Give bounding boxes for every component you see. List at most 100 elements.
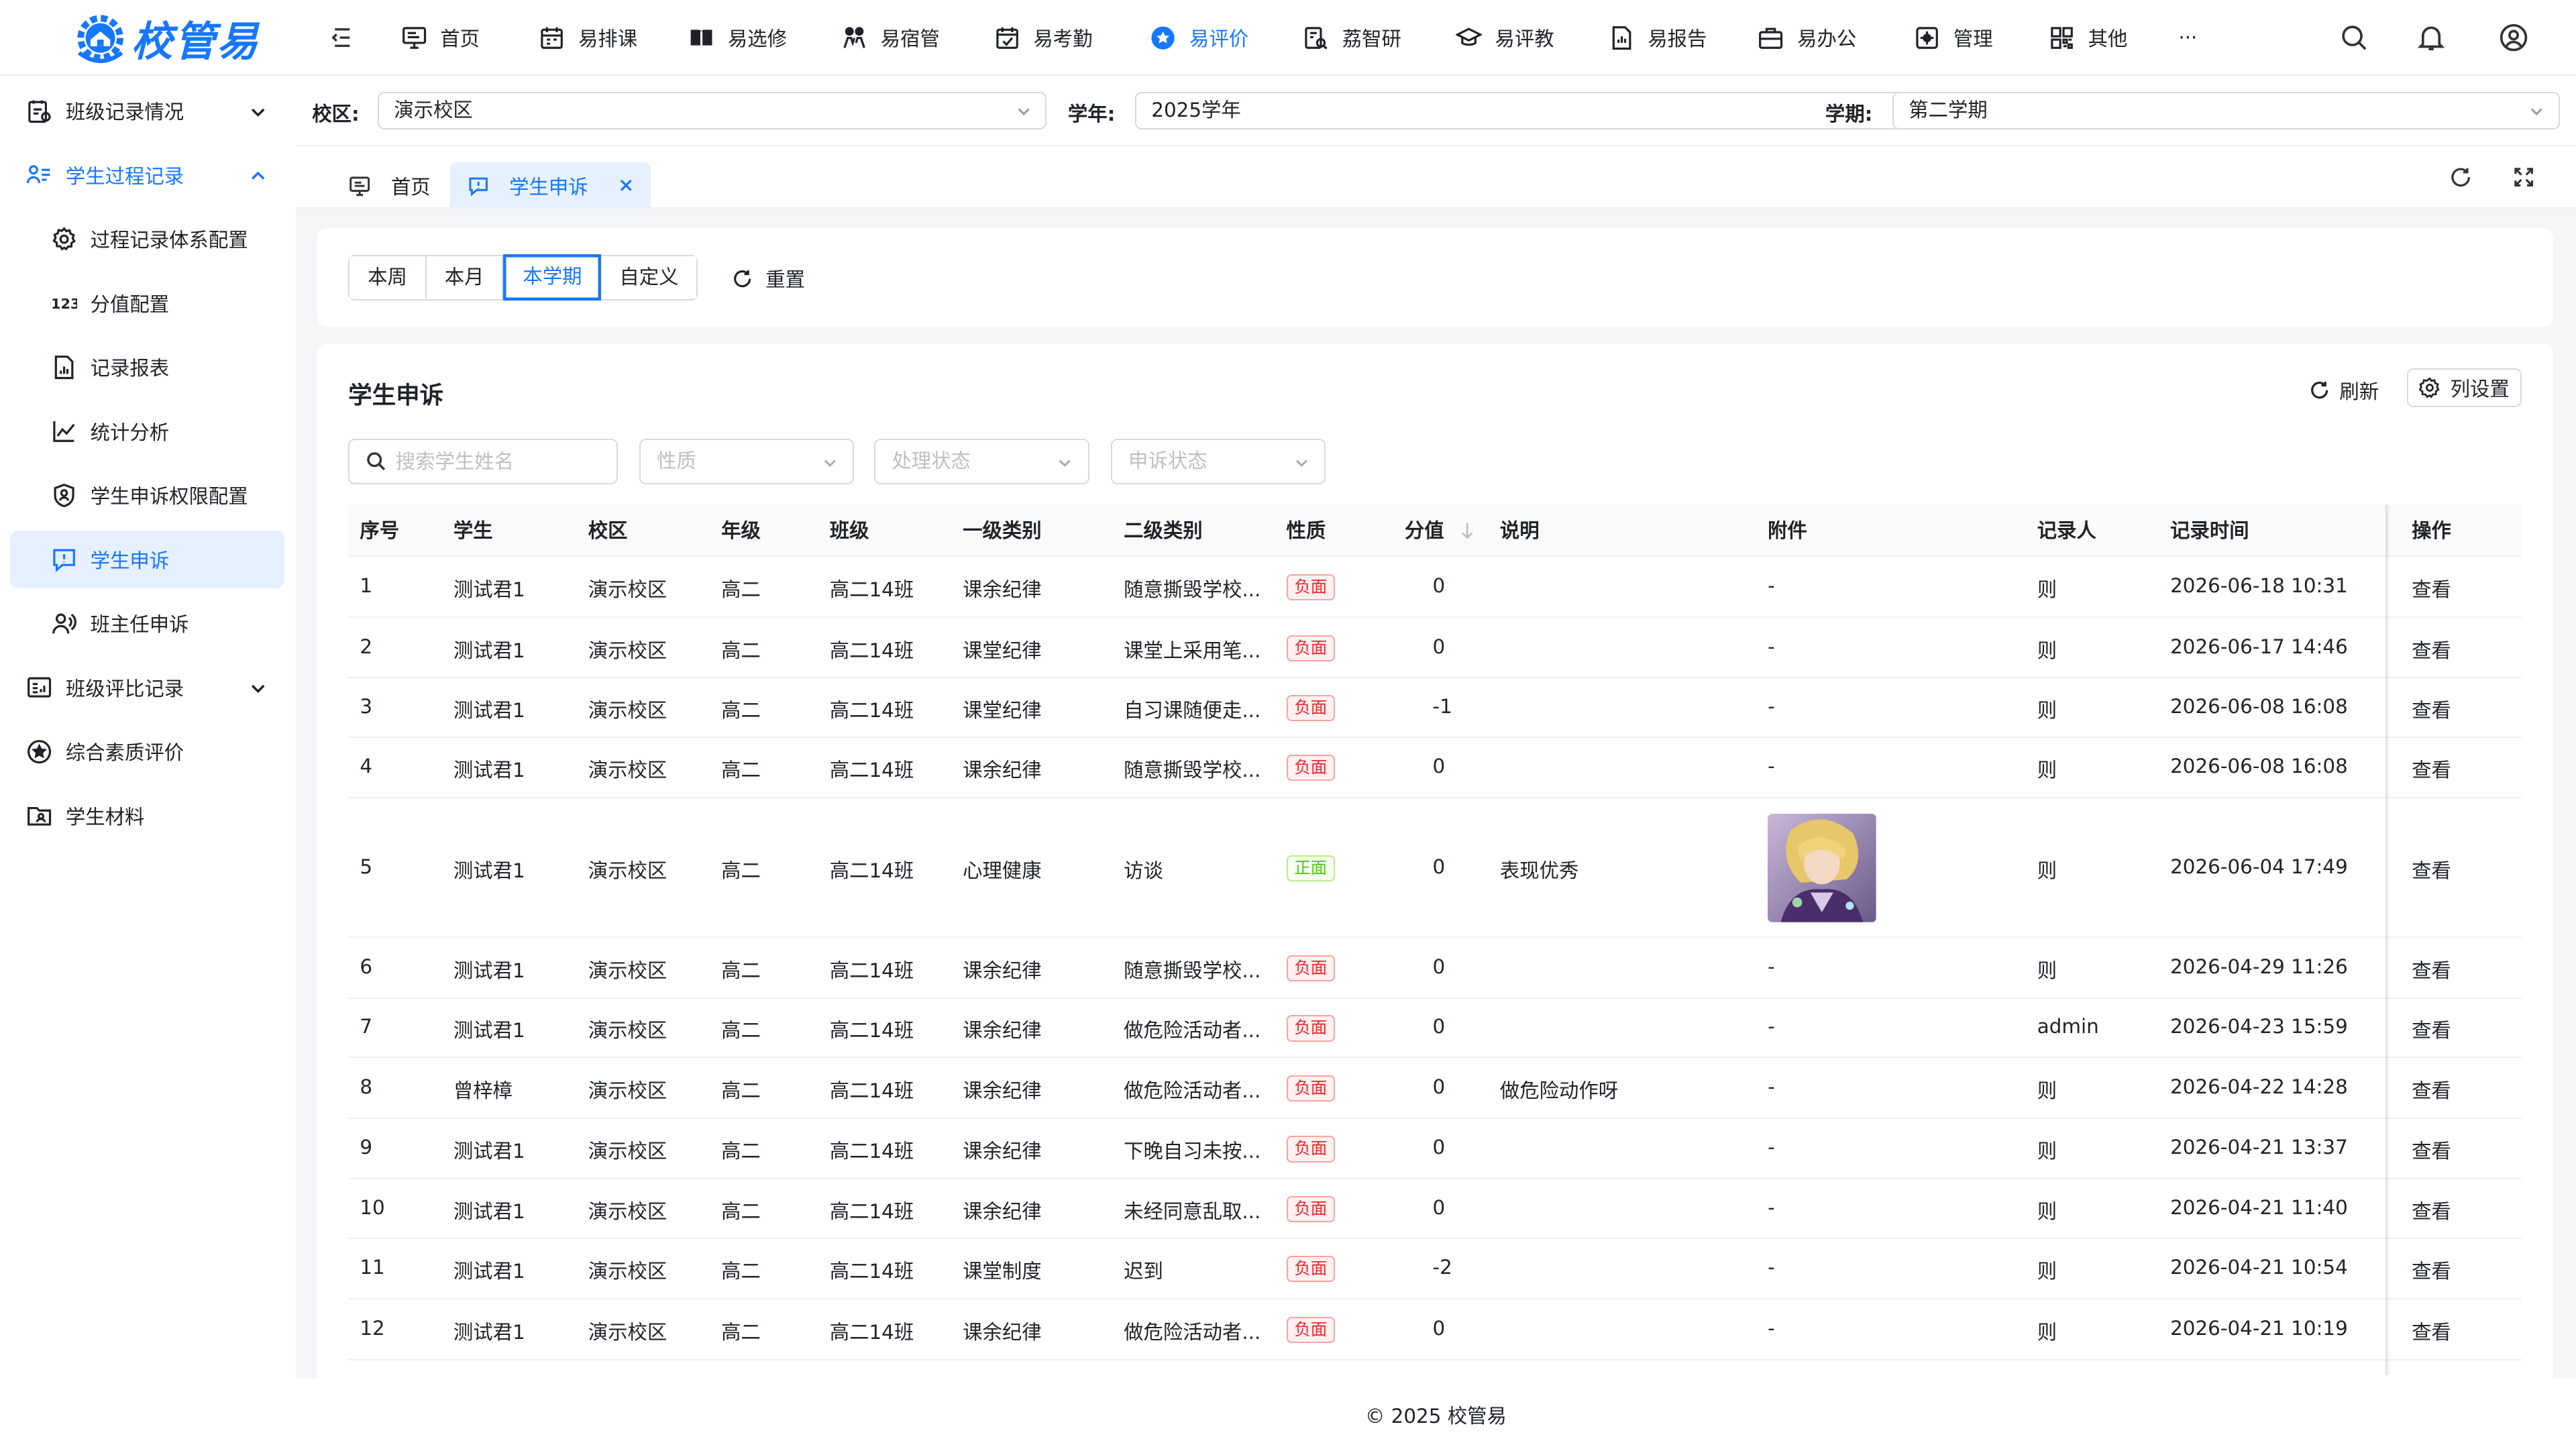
cell-campus: 演示校区 [588, 698, 667, 722]
sidebar-item-7[interactable]: 学生申诉 [9, 531, 284, 588]
cell-class: 高二14班 [829, 698, 914, 722]
term-select[interactable]: 第二学期 [1892, 92, 2560, 130]
sidebar-item-8[interactable]: 班主任申诉 [10, 595, 284, 653]
page-title: 学生申诉 [348, 381, 444, 409]
cell-cat2: 访谈 [1124, 859, 1163, 882]
footer-copyright: © 2025 校管易 [295, 1378, 2576, 1449]
cell-score: 0 [1432, 574, 1446, 597]
range-option-1[interactable]: 本月 [426, 256, 504, 299]
column-settings-button[interactable]: 列设置 [2406, 368, 2522, 408]
nature-tag: 负面 [1286, 1316, 1336, 1344]
nav-item-12[interactable]: ··· [2178, 0, 2197, 76]
sidebar-item-9[interactable]: 班级评比记录 [10, 659, 284, 716]
app-logo[interactable]: 校管易 [72, 5, 260, 70]
cell-attach: - [1768, 694, 1775, 718]
sidebar-item-10[interactable]: 综合素质评价 [10, 723, 284, 781]
grid-icon [2051, 27, 2073, 49]
cell-grade: 高二 [721, 1260, 761, 1283]
refresh-button[interactable]: 刷新 [2310, 376, 2379, 405]
cell-cat2: 自习课随便走... [1124, 698, 1261, 722]
nav-item-8[interactable]: 易报告 [1609, 0, 1707, 76]
sidebar-item-5[interactable]: 统计分析 [10, 402, 284, 460]
process-status-filter-select[interactable]: 处理状态 [873, 438, 1089, 485]
sidebar-item-6[interactable]: 学生申诉权限配置 [10, 467, 284, 525]
view-link[interactable]: 查看 [2412, 755, 2451, 783]
monitor-icon [350, 176, 370, 196]
cell-student: 测试君1 [453, 1199, 525, 1223]
bell-icon[interactable] [2416, 23, 2446, 52]
view-link[interactable]: 查看 [2412, 1136, 2451, 1164]
search-icon [366, 452, 385, 471]
view-link[interactable]: 查看 [2412, 955, 2451, 983]
cell-recorder: 则 [2037, 1140, 2057, 1163]
student-search[interactable] [348, 438, 618, 485]
view-link[interactable]: 查看 [2412, 1256, 2451, 1284]
nav-item-10[interactable]: 管理 [1914, 0, 1993, 76]
cell-score: 0 [1432, 635, 1446, 658]
view-link[interactable]: 查看 [2412, 635, 2451, 663]
cell-recorder: 则 [2037, 759, 2057, 782]
sidebar-item-2[interactable]: 过程记录体系配置 [10, 210, 284, 268]
sidebar-item-3[interactable]: 123 分值配置 [10, 274, 284, 332]
tab-home[interactable]: 首页 [332, 162, 447, 209]
view-link[interactable]: 查看 [2412, 695, 2451, 723]
column-header: 分值 [1404, 519, 1444, 542]
sidebar-item-1[interactable]: 学生过程记录 [10, 146, 284, 204]
nature-tag: 负面 [1286, 1015, 1336, 1042]
nav-item-11[interactable]: 其他 [2049, 0, 2127, 76]
view-link[interactable]: 查看 [2412, 855, 2451, 883]
collapse-menu-icon[interactable] [327, 23, 356, 52]
fullscreen-icon[interactable] [2512, 166, 2535, 189]
sort-arrow-icon[interactable] [1459, 521, 1475, 540]
cell-class: 高二14班 [829, 1140, 914, 1163]
term-label: 学期: [1825, 102, 1873, 125]
view-link[interactable]: 查看 [2412, 1075, 2451, 1104]
campus-select[interactable]: 演示校区 [378, 92, 1046, 130]
nature-tag: 负面 [1286, 1256, 1336, 1283]
nav-item-0[interactable]: 首页 [401, 0, 480, 76]
range-option-2[interactable]: 本学期 [503, 254, 602, 301]
nav-item-3[interactable]: 易宿管 [841, 0, 940, 76]
cell-score: 0 [1432, 1136, 1446, 1159]
fixed-column-shadow [2385, 504, 2391, 1375]
attachment-thumbnail[interactable] [1768, 814, 1876, 923]
table-row: 8 曾梓樟 演示校区 高二 高二14班 课余纪律 做危险活动者... 负面 0 做危险动作呀 - 则 2… [348, 1058, 2522, 1119]
close-icon[interactable] [618, 177, 634, 193]
reload-icon[interactable] [2449, 166, 2472, 189]
tab-student-appeal[interactable]: 学生申诉 [450, 162, 651, 209]
table-row: 9 测试君1 演示校区 高二 高二14班 课余纪律 下晚自习未按... 负面 0 - 则 2026-0… [348, 1118, 2522, 1180]
sidebar-item-11[interactable]: 学生材料 [10, 787, 284, 845]
nav-item-7[interactable]: 易评教 [1455, 0, 1554, 76]
chevron-down-icon [824, 460, 836, 467]
nature-filter-placeholder: 性质 [657, 449, 696, 472]
appeal-status-filter-select[interactable]: 申诉状态 [1110, 438, 1326, 485]
nav-item-2[interactable]: 易选修 [688, 0, 787, 76]
table-row: 1 测试君1 演示校区 高二 高二14班 课余纪律 随意撕毁学校... 负面 0 - 则 2026-0… [348, 557, 2522, 618]
view-link[interactable]: 查看 [2412, 574, 2451, 602]
people-icon [843, 27, 865, 48]
nature-filter-select[interactable]: 性质 [639, 438, 855, 485]
nav-item-5[interactable]: 易评价 [1150, 0, 1248, 76]
nav-item-6[interactable]: 荔智研 [1303, 0, 1401, 76]
cell-grade: 高二 [721, 639, 761, 662]
nav-item-9[interactable]: 易办公 [1758, 0, 1856, 76]
cell-campus: 演示校区 [588, 1260, 667, 1283]
nav-item-4[interactable]: 易考勤 [994, 0, 1093, 76]
reset-button[interactable]: 重置 [733, 264, 805, 292]
view-link[interactable]: 查看 [2412, 1015, 2451, 1043]
sidebar-item-4[interactable]: 记录报表 [10, 338, 284, 396]
sidebar-item-0[interactable]: 班级记录情况 [10, 82, 284, 140]
cell-recorder: 则 [2037, 859, 2057, 882]
range-option-3[interactable]: 自定义 [601, 256, 697, 299]
student-name-input[interactable] [395, 450, 610, 474]
nature-tag: 负面 [1286, 635, 1336, 661]
cell-campus: 演示校区 [588, 1320, 667, 1344]
nav-item-1[interactable]: 易排课 [539, 0, 637, 76]
view-link[interactable]: 查看 [2412, 1196, 2451, 1224]
cell-attach: - [1768, 635, 1775, 658]
view-link[interactable]: 查看 [2412, 1317, 2451, 1345]
range-option-0[interactable]: 本周 [350, 256, 427, 299]
cell-time: 2026-06-08 16:08 [2170, 694, 2348, 718]
search-icon[interactable] [2339, 23, 2369, 52]
user-avatar-icon[interactable] [2499, 23, 2528, 52]
